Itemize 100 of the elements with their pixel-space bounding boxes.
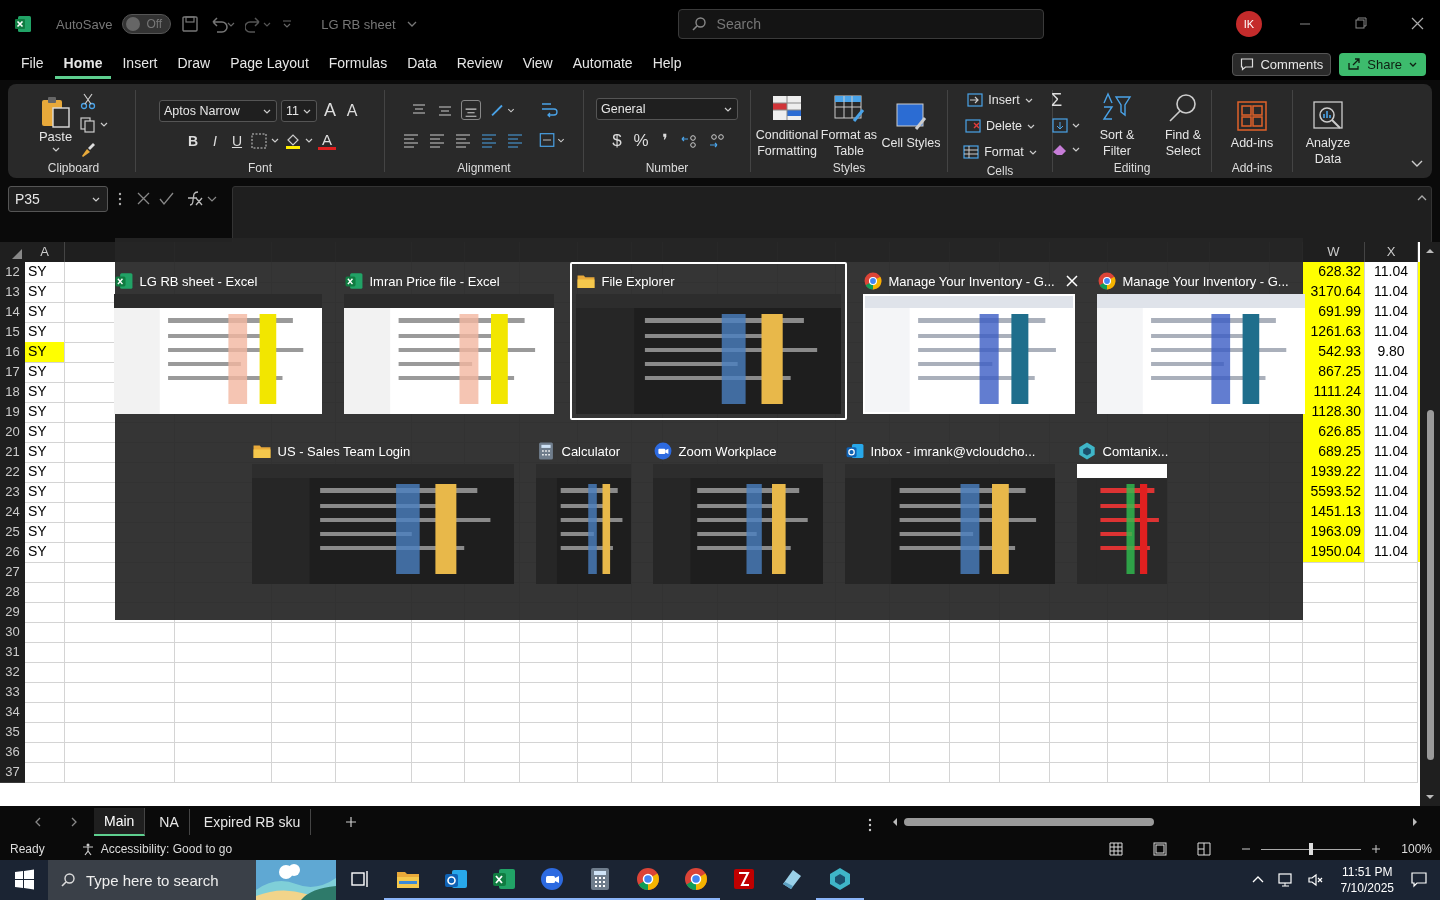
row-header[interactable]: 21	[0, 442, 25, 463]
row-header[interactable]: 37	[0, 762, 25, 783]
name-box[interactable]: P35	[8, 186, 108, 212]
font-name-dropdown[interactable]: Aptos Narrow	[159, 99, 277, 122]
row-header[interactable]: 29	[0, 602, 25, 623]
align-icon[interactable]	[461, 99, 481, 120]
ribbon-button[interactable]: Delete	[963, 114, 1037, 138]
scroll-down-icon[interactable]	[1425, 792, 1435, 802]
more-icon[interactable]	[868, 818, 872, 832]
scroll-thumb[interactable]	[904, 818, 1154, 826]
comments-button[interactable]: Comments	[1232, 52, 1332, 76]
row-header[interactable]: 16	[0, 342, 25, 363]
number-format-dropdown[interactable]: General	[596, 98, 738, 120]
ribbon-tab[interactable]: File	[12, 49, 53, 79]
window-preview[interactable]: US - Sales Team Login	[245, 432, 520, 590]
row-header[interactable]: 27	[0, 562, 25, 583]
redo-icon[interactable]	[245, 15, 272, 33]
customize-icon[interactable]	[281, 18, 294, 30]
row-header[interactable]: 33	[0, 682, 25, 703]
window-preview[interactable]: Imran Price file - Excel	[337, 262, 560, 420]
add-sheet-icon[interactable]	[345, 816, 358, 828]
row-header[interactable]: 35	[0, 722, 25, 743]
window-preview[interactable]: Manage Your Inventory - G...	[856, 262, 1081, 420]
currency-button[interactable]: $	[608, 130, 626, 151]
row-header[interactable]: 15	[0, 322, 25, 343]
network-icon[interactable]	[1276, 871, 1295, 889]
window-preview[interactable]: Comtanix...	[1070, 432, 1173, 590]
more-icon[interactable]	[118, 192, 122, 206]
scroll-right-icon[interactable]	[1410, 817, 1420, 827]
paste-button[interactable]: Paste	[38, 95, 73, 154]
zoom-in-icon[interactable]	[1371, 844, 1382, 854]
scroll-up-icon[interactable]	[1425, 246, 1435, 256]
row-header[interactable]: 24	[0, 502, 25, 523]
clock-time[interactable]: 11:51 PM	[1342, 864, 1393, 880]
ribbon-button[interactable]: Insert	[966, 88, 1034, 112]
row-header[interactable]: 13	[0, 282, 25, 303]
window-preview[interactable]: LG RB sheet - Excel	[107, 262, 328, 420]
ribbon-button[interactable]: Find & Select	[1153, 90, 1213, 159]
row-header[interactable]: 28	[0, 582, 25, 603]
normal-view-icon[interactable]	[1109, 842, 1124, 856]
bold-button[interactable]: B	[184, 132, 202, 149]
share-button[interactable]: Share	[1339, 52, 1426, 76]
window-preview[interactable]: File Explorer	[569, 262, 847, 420]
zoom-level[interactable]: 100%	[1401, 842, 1432, 856]
row-header[interactable]: 20	[0, 422, 25, 443]
row-header[interactable]: 14	[0, 302, 25, 323]
comma-style-button[interactable]: ❜	[656, 130, 674, 151]
sheet-tab[interactable]: NA	[149, 809, 190, 835]
sheet-tab[interactable]: Main	[94, 808, 146, 836]
row-header[interactable]: 31	[0, 642, 25, 663]
row-header[interactable]: 30	[0, 622, 25, 643]
row-header[interactable]: 19	[0, 402, 25, 423]
italic-button[interactable]: I	[206, 132, 224, 149]
ribbon-tab[interactable]: View	[513, 49, 562, 79]
notifications-icon[interactable]	[1410, 871, 1428, 889]
ribbon-tab[interactable]: Data	[398, 49, 446, 79]
column-header[interactable]: A	[25, 242, 65, 262]
ribbon-button[interactable]: Format	[962, 140, 1038, 164]
font-size-dropdown[interactable]: 11	[281, 99, 317, 122]
row-header[interactable]: 12	[0, 262, 25, 283]
ribbon-tab[interactable]: Draw	[168, 49, 220, 79]
scroll-thumb[interactable]	[1427, 410, 1434, 760]
percent-button[interactable]: %	[632, 130, 650, 151]
copy-icon[interactable]	[78, 115, 109, 134]
ribbon-button[interactable]: Sort & Filter	[1087, 90, 1147, 159]
row-header[interactable]: 17	[0, 362, 25, 383]
clock-date[interactable]: 7/10/2025	[1340, 880, 1394, 896]
accessibility-status[interactable]: Accessibility: Good to go	[100, 842, 233, 856]
row-header[interactable]: 36	[0, 742, 25, 763]
page-break-icon[interactable]	[1197, 842, 1212, 856]
ribbon-tab[interactable]: Home	[54, 49, 112, 79]
row-header[interactable]: 34	[0, 702, 25, 723]
row-header[interactable]: 25	[0, 522, 25, 543]
ribbon-tab[interactable]: Automate	[563, 49, 642, 79]
undo-icon[interactable]	[209, 15, 236, 33]
ribbon-tab[interactable]: Page Layout	[221, 49, 318, 79]
ribbon-button[interactable]: Format as Table	[819, 90, 879, 159]
ribbon-button[interactable]: Cell Styles	[881, 98, 941, 151]
increase-font-button[interactable]: A	[321, 100, 339, 121]
decrease-font-button[interactable]: A	[343, 101, 361, 120]
autosum-button[interactable]: Σ	[1051, 90, 1081, 111]
user-avatar[interactable]: IK	[1236, 11, 1262, 37]
formula-input[interactable]	[232, 186, 1432, 244]
add-ins-button[interactable]: Add-ins	[1222, 98, 1282, 151]
vertical-scrollbar[interactable]	[1420, 242, 1440, 806]
save-icon[interactable]	[181, 15, 200, 33]
window-preview[interactable]: Zoom Workplace	[646, 432, 829, 590]
ribbon-tab[interactable]: Insert	[113, 49, 167, 79]
underline-button[interactable]: U	[228, 132, 246, 149]
sheet-tab[interactable]: Expired RB sku	[193, 809, 312, 835]
borders-icon[interactable]	[250, 131, 280, 150]
volume-muted-icon[interactable]	[1306, 871, 1325, 889]
ribbon-tab[interactable]: Formulas	[319, 49, 397, 79]
ribbon-button[interactable]: Conditional Formatting	[757, 90, 817, 159]
ribbon-tab[interactable]: Help	[643, 49, 691, 79]
taskbar-search-field[interactable]: Type here to search	[48, 860, 336, 900]
merge-icon[interactable]	[537, 130, 567, 149]
window-preview[interactable]: Inbox - imrank@vcloudcho...	[838, 432, 1061, 590]
cut-icon[interactable]	[78, 91, 97, 110]
font-color-button[interactable]: A	[318, 131, 336, 150]
